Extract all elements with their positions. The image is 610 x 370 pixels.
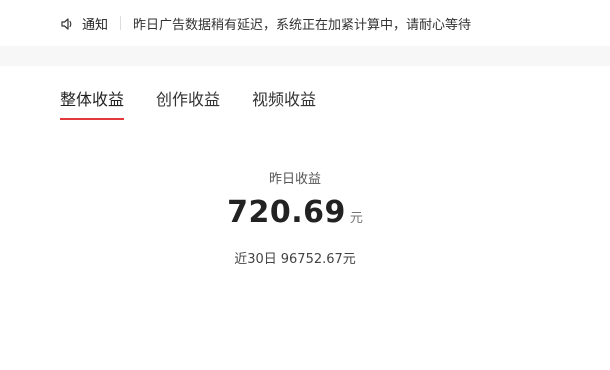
- speaker-icon: [60, 16, 74, 30]
- tab-overall-income[interactable]: 整体收益: [60, 86, 125, 120]
- notice-bar: 通知 昨日广告数据稍有延迟，系统正在加紧计算中，请耐心等待: [0, 0, 610, 46]
- tab-video-income[interactable]: 视频收益: [252, 86, 316, 120]
- yesterday-income-row: 720.69 元: [0, 195, 590, 230]
- yesterday-income-label: 昨日收益: [268, 172, 321, 187]
- section-divider-band: [0, 46, 610, 66]
- tab-creation-income[interactable]: 创作收益: [156, 86, 220, 120]
- yesterday-income-value: 720.69: [227, 195, 346, 230]
- notice-text: 昨日广告数据稍有延迟，系统正在加紧计算中，请耐心等待: [133, 17, 472, 33]
- recent-income-label: 近30日: [234, 252, 277, 267]
- divider: [120, 16, 122, 30]
- income-tabs: 整体收益 创作收益 视频收益: [60, 86, 348, 122]
- currency-unit: 元: [349, 211, 363, 226]
- recent-income-value: 96752.67元: [280, 252, 356, 267]
- notice-title: 通知: [82, 17, 109, 33]
- income-stats: 昨日收益 720.69 元 近30日 96752.67元: [0, 168, 590, 267]
- recent-income-row: 近30日 96752.67元: [0, 248, 590, 267]
